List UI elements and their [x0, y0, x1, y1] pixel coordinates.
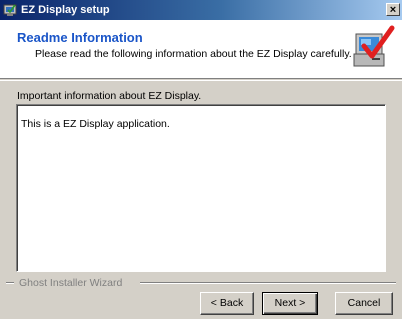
close-button[interactable]: × — [386, 3, 400, 16]
wizard-group-label: Ghost Installer Wizard — [17, 277, 125, 289]
groove-left — [6, 282, 14, 284]
groove-right — [140, 282, 396, 284]
setup-app-icon — [3, 3, 17, 17]
page-subtitle: Please read the following information ab… — [35, 48, 352, 60]
wizard-groupbox: Ghost Installer Wizard — [0, 277, 402, 289]
next-button[interactable]: Next > — [262, 292, 318, 315]
back-button[interactable]: < Back — [200, 292, 254, 315]
page-title: Readme Information — [17, 30, 143, 45]
installer-computer-check-icon — [350, 24, 396, 72]
cancel-button[interactable]: Cancel — [335, 292, 393, 315]
title-bar: EZ Display setup × — [0, 0, 402, 20]
wizard-header: Readme Information Please read the follo… — [0, 20, 402, 79]
window-title: EZ Display setup — [21, 4, 110, 16]
readme-textarea[interactable]: This is a EZ Display application. — [16, 104, 386, 272]
header-divider — [0, 80, 402, 81]
readme-text: This is a EZ Display application. — [21, 118, 170, 130]
info-label: Important information about EZ Display. — [17, 90, 202, 102]
